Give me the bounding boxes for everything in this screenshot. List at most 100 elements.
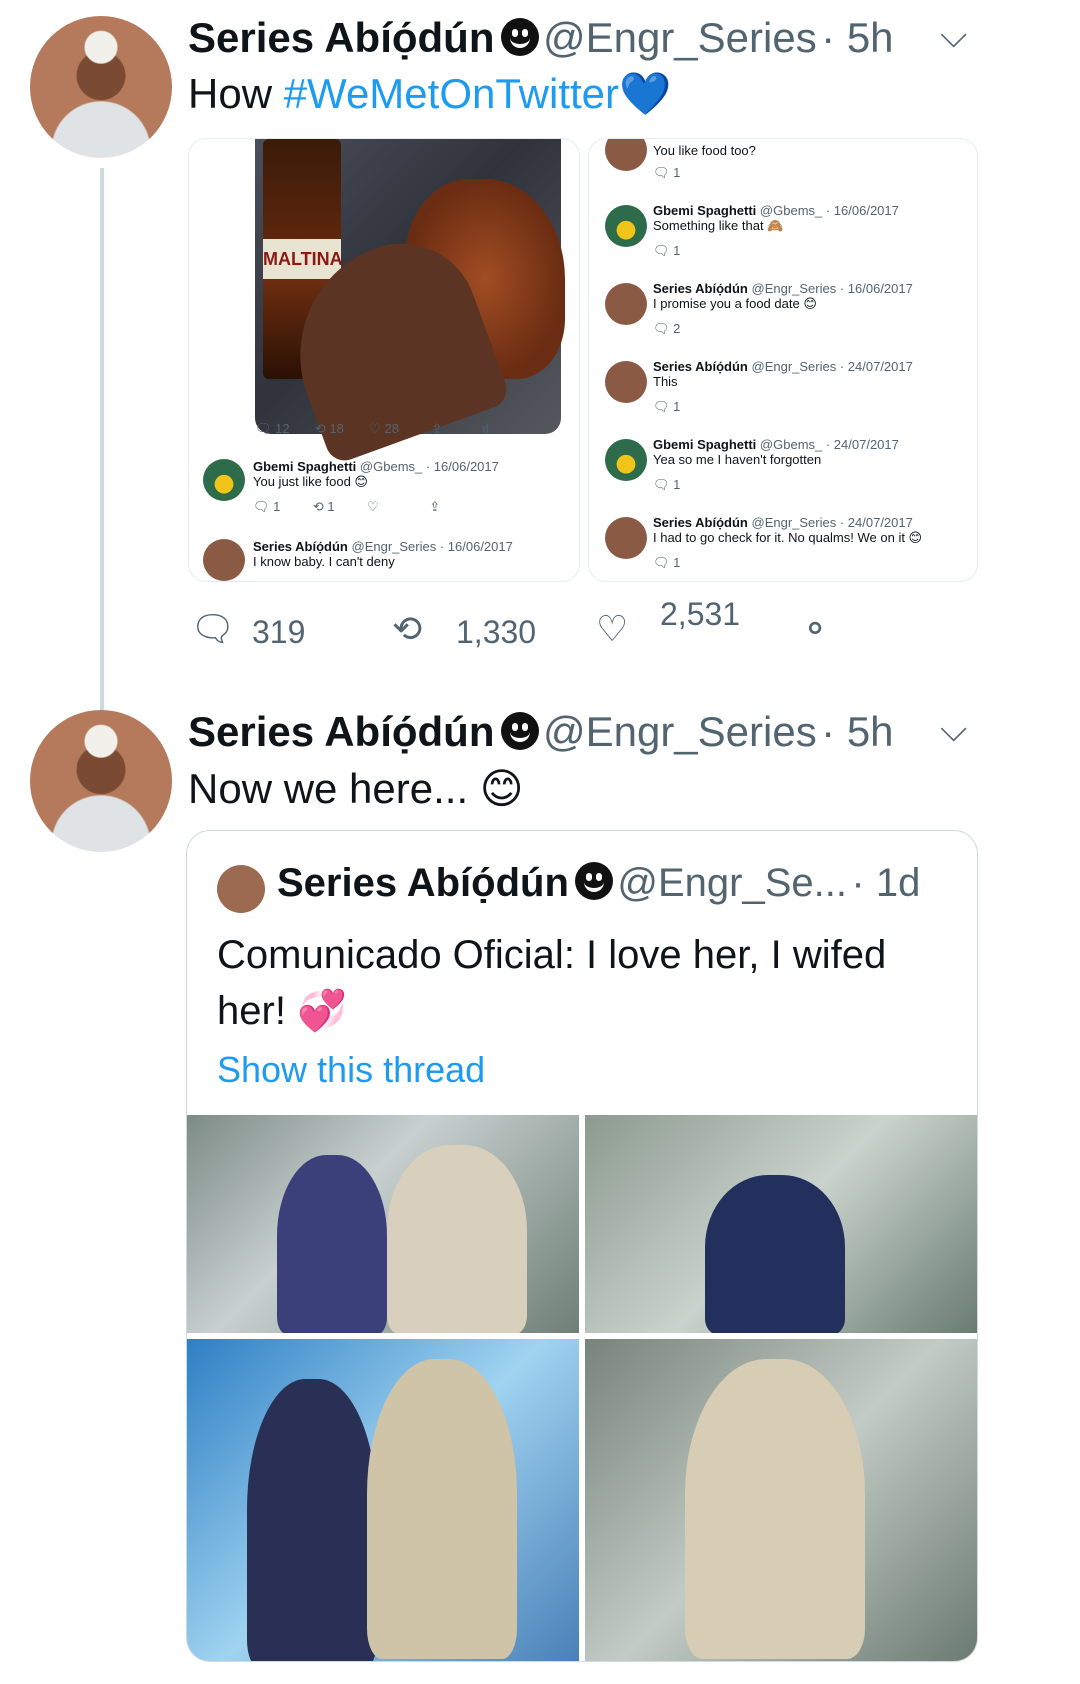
quoted-tweet-card[interactable]: Series Abíọ́dún @Engr_Se... · 1d Comunic… <box>186 830 978 1662</box>
reply-icon[interactable]: 🗨 <box>190 608 236 650</box>
mini-reply: Series Abíọ́dún @Engr_Series · 24/07/201… <box>653 359 913 389</box>
mini-actions: 🗨 2 <box>653 321 681 336</box>
mini-text: I promise you a food date 😊 <box>653 296 817 311</box>
attached-image-right[interactable]: You like food too? 🗨 1 Gbemi Spaghetti @… <box>588 138 978 582</box>
couple-photo-1[interactable] <box>187 1115 579 1333</box>
like-icon: ♡ <box>369 421 381 436</box>
reply-icon: 🗨 <box>253 499 270 514</box>
mini-avatar <box>605 517 647 559</box>
mini-avatar <box>605 283 647 325</box>
mini-avatar <box>605 361 647 403</box>
tweet-text-prefix: How <box>188 70 273 117</box>
quoted-handle: @Engr_Se... <box>617 861 847 905</box>
like-icon: ♡ <box>367 499 379 514</box>
groom <box>277 1155 387 1333</box>
hashtag-link[interactable]: #WeMetOnTwitter <box>284 70 619 117</box>
author-name[interactable]: Series Abíọ́dún <box>188 708 495 755</box>
mini-actions: 🗨 1 <box>653 555 681 570</box>
mini-actions: 🗨 1 <box>653 477 681 492</box>
mini-avatar <box>203 539 245 581</box>
share-icon: ⇪ <box>429 499 441 514</box>
mini-meta: @Gbems_ · 24/07/2017 <box>759 437 899 452</box>
mini-meta: @Gbems_ · 16/06/2017 <box>359 459 499 474</box>
reply-count: 1 <box>673 555 681 570</box>
mini-avatar <box>605 139 647 171</box>
mini-reply: Series Abíọ́dún @Engr_Series · 24/07/201… <box>653 515 922 546</box>
bride <box>387 1145 527 1333</box>
thread-connector <box>100 168 104 758</box>
timestamp[interactable]: · 5h <box>821 14 893 61</box>
retweet-count: 1,330 <box>456 614 537 650</box>
mini-reply: Gbemi Spaghetti @Gbems_ · 16/06/2017 You… <box>253 459 499 490</box>
mini-text: I had to go check for it. No qualms! We … <box>653 530 923 545</box>
mini-author: Series Abíọ́dún <box>253 539 348 554</box>
quoted-author-name: Series Abíọ́dún <box>277 861 569 905</box>
left-action-bar: 🗨 12 ⟲ 18 ♡ 28 ⇪ ıl <box>255 421 489 437</box>
reply-count: 1 <box>273 499 281 514</box>
avatar[interactable] <box>30 710 172 852</box>
author-name[interactable]: Series Abíọ́dún <box>188 14 495 61</box>
mini-text: You like food too? <box>653 143 756 158</box>
food-photo: MALTINA <box>255 139 565 466</box>
reply-count: 1 <box>673 165 681 180</box>
analytics-icon: ıl <box>482 421 489 436</box>
mini-reply: Gbemi Spaghetti @Gbems_ · 16/06/2017 Som… <box>653 203 899 234</box>
retweet-icon: ⟲ <box>314 421 326 436</box>
smiley-emoji-icon <box>574 862 613 900</box>
chevron-down-icon[interactable]: ⌵ <box>940 14 967 57</box>
mini-author: Gbemi Spaghetti <box>253 459 357 474</box>
reply-icon: 🗨 <box>255 421 272 436</box>
mini-text: I know baby. I can't deny <box>253 554 395 569</box>
groom <box>705 1175 845 1333</box>
attached-image-left[interactable]: MALTINA 🗨 12 ⟲ 18 ♡ 28 ⇪ ıl Gbemi Spaghe… <box>188 138 580 582</box>
blue-heart-emoji: 💙 <box>619 70 672 117</box>
bride <box>685 1359 865 1659</box>
timestamp[interactable]: · 5h <box>821 708 893 755</box>
retweet-count: 18 <box>329 421 344 436</box>
mini-meta: @Engr_Series · 16/06/2017 <box>751 281 913 296</box>
mini-meta: @Engr_Series · 16/06/2017 <box>351 539 513 554</box>
smiley-emoji-icon <box>500 712 539 750</box>
mini-author: Gbemi Spaghetti <box>653 203 757 218</box>
couple-photo-2[interactable] <box>585 1115 977 1333</box>
reply-count: 1 <box>673 243 681 258</box>
mini-actions: 🗨 1 <box>653 165 681 180</box>
author-handle[interactable]: @Engr_Series <box>543 14 817 61</box>
mini-reply: Series Abíọ́dún @Engr_Series · 16/06/201… <box>253 539 513 569</box>
reply-count: 1 <box>673 477 681 492</box>
mini-actions: 🗨 1 ⟲ 1 ♡ ⇪ <box>253 499 440 515</box>
quoted-header: Series Abíọ́dún @Engr_Se... · 1d <box>277 861 920 906</box>
share-icon: ⇪ <box>431 421 443 436</box>
smiley-emoji-icon <box>500 18 539 56</box>
author-handle[interactable]: @Engr_Series <box>543 708 817 755</box>
mini-avatar <box>203 459 245 501</box>
show-thread-link[interactable]: Show this thread <box>217 1049 485 1091</box>
like-icon[interactable]: ♡ <box>596 608 628 650</box>
reply-count: 319 <box>252 614 306 650</box>
retweet-count: 1 <box>327 499 335 514</box>
mini-reply: Gbemi Spaghetti @Gbems_ · 24/07/2017 Yea… <box>653 437 899 467</box>
like-count: 2,531 <box>660 596 741 632</box>
tweet-header: Series Abíọ́dún @Engr_Series · 5h <box>188 14 894 62</box>
tweet-text: Now we here... 😊 <box>188 765 524 812</box>
mini-actions: 🗨 1 <box>653 399 681 414</box>
chevron-down-icon[interactable]: ⌵ <box>940 708 967 751</box>
mini-meta: @Engr_Series · 24/07/2017 <box>751 515 913 530</box>
mini-text: Yea so me I haven't forgotten <box>653 452 822 467</box>
reply-count: 1 <box>673 399 681 414</box>
couple-photo-4[interactable] <box>585 1339 977 1661</box>
share-icon[interactable]: ⚬ <box>800 608 830 650</box>
tweet-header: Series Abíọ́dún @Engr_Series · 5h <box>188 708 894 756</box>
bottle-label: MALTINA <box>263 239 343 279</box>
mini-avatar <box>605 439 647 481</box>
avatar[interactable] <box>30 16 172 158</box>
retweet-icon[interactable]: ⟲ <box>392 608 422 650</box>
mini-meta: @Engr_Series · 24/07/2017 <box>751 359 913 374</box>
couple-photo-3[interactable] <box>187 1339 579 1661</box>
retweet-icon: ⟲ <box>312 499 324 514</box>
reply-count: 2 <box>673 321 681 336</box>
mini-avatar <box>605 205 647 247</box>
mini-author: Gbemi Spaghetti <box>653 437 757 452</box>
quoted-text: Comunicado Oficial: I love her, I wifed … <box>217 933 887 1033</box>
mini-author: Series Abíọ́dún <box>653 359 748 374</box>
